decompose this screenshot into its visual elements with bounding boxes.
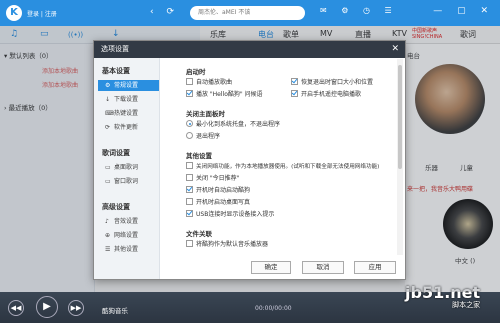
search-input[interactable]: 周杰伦、aMEI 不该 xyxy=(190,6,305,20)
option-usb-prompt[interactable]: USB连接时显示设备接入提示 xyxy=(186,210,274,219)
play-time: 00:00/00:00 xyxy=(255,305,292,312)
option-default-player[interactable]: 将酷狗作为默认音乐播放器 xyxy=(186,240,268,249)
sidebar-item-hotkey[interactable]: ⌨热键设置 xyxy=(98,108,159,119)
section-close-title: 关闭主面板时 xyxy=(186,110,225,118)
sidebar-group-advanced: 高级设置 xyxy=(102,203,130,211)
keyboard-icon: ⌨ xyxy=(105,110,114,117)
prev-button[interactable]: ◀◀ xyxy=(8,300,24,316)
option-label: 关闭网络功能，作为本地播放器使用。(试听和下载全部无法使用网络功能) xyxy=(196,164,380,170)
sidebar-item-label: 桌面歌词 xyxy=(114,164,139,171)
option-label: 自动播放歌曲 xyxy=(196,79,233,86)
dialog-sidebar: 基本设置 ⚙ 常规设置 ↓ 下载设置 ⌨热键设置 ⟳ 软件更新 歌词设置 ▭ 桌面歌词 … xyxy=(94,58,160,279)
refresh-icon: ⟳ xyxy=(105,124,111,131)
options-dialog: 选项设置 ✕ 基本设置 ⚙ 常规设置 ↓ 下载设置 ⌨热键设置 ⟳ 软件更新 歌词设置… xyxy=(93,40,406,280)
kugou-logo[interactable]: K xyxy=(6,5,22,21)
checkbox[interactable] xyxy=(291,90,298,97)
sidebar-item-general[interactable]: ⚙ 常规设置 xyxy=(98,80,159,91)
option-autoplay[interactable]: 自动播放歌曲 xyxy=(186,78,232,87)
scrollbar-thumb[interactable] xyxy=(398,65,402,169)
kugou-main-window: K 登录 | 注册 ‹ ⟳ 周杰伦、aMEI 不该 ✉ ⚙ ◷ ☰ — ▢ ✕ … xyxy=(0,0,500,323)
sidebar-item-label: 其他设置 xyxy=(114,246,139,253)
option-desktop-photo[interactable]: 开机时启动桌面写真 xyxy=(186,198,250,207)
option-minimize-tray[interactable]: 最小化到系统托盘，不退出程序 xyxy=(186,120,280,129)
checkbox[interactable] xyxy=(186,198,193,205)
option-label: USB连接时显示设备接入提示 xyxy=(196,211,275,218)
sound-icon: ♪ xyxy=(105,218,109,225)
option-restore-window[interactable]: 恢复退出时窗口大小和位置 xyxy=(291,78,373,87)
checkbox[interactable] xyxy=(186,174,193,181)
screen-icon: ▭ xyxy=(105,164,111,171)
sidebar-item-label: 软件更新 xyxy=(114,124,139,131)
sidebar-item-label: 常规设置 xyxy=(114,82,139,89)
gear-icon: ⚙ xyxy=(105,82,111,89)
sidebar-item-label: 音效设置 xyxy=(114,218,139,225)
option-label: 播放 "Hello酷狗" 问候语 xyxy=(196,91,263,98)
title-bar: K 登录 | 注册 ‹ ⟳ 周杰伦、aMEI 不该 ✉ ⚙ ◷ ☰ — ▢ ✕ xyxy=(0,0,500,26)
sidebar-item-download[interactable]: ↓ 下载设置 xyxy=(98,94,159,105)
menu-icon: ☰ xyxy=(105,246,111,253)
section-startup-title: 启动时 xyxy=(186,68,206,76)
option-label: 开机时自动启动酷狗 xyxy=(196,187,251,194)
close-icon[interactable]: ✕ xyxy=(391,41,399,58)
sidebar-group-basic: 基本设置 xyxy=(102,67,130,75)
sidebar-item-label: 热键设置 xyxy=(114,110,139,117)
ok-button[interactable]: 确定 xyxy=(251,261,291,274)
radio[interactable] xyxy=(186,132,193,139)
sidebar-item-label: 下载设置 xyxy=(114,96,139,103)
option-exit[interactable]: 退出程序 xyxy=(186,132,220,141)
sidebar-item-label: 窗口歌词 xyxy=(114,178,139,185)
sidebar-item-update[interactable]: ⟳ 软件更新 xyxy=(98,122,159,133)
sidebar-item-label: 网络设置 xyxy=(114,232,139,239)
dialog-title: 选项设置 xyxy=(94,41,405,58)
sidebar-item-window-lyrics[interactable]: ▭ 窗口歌词 xyxy=(98,176,159,187)
sidebar-item-sound[interactable]: ♪ 音效设置 xyxy=(98,216,159,227)
login-link[interactable]: 登录 | 注册 xyxy=(27,9,57,18)
checkbox[interactable] xyxy=(186,186,193,193)
option-label: 关闭 "今日推荐" xyxy=(196,175,240,182)
option-hello-greeting[interactable]: 播放 "Hello酷狗" 问候语 xyxy=(186,90,263,99)
sidebar-item-other[interactable]: ☰ 其他设置 xyxy=(98,244,159,255)
option-disable-network[interactable]: 关闭网络功能，作为本地播放器使用。(试听和下载全部无法使用网络功能) xyxy=(186,162,379,171)
checkbox[interactable] xyxy=(186,240,193,247)
option-autostart[interactable]: 开机时自动启动酷狗 xyxy=(186,186,250,195)
sidebar-item-network[interactable]: ⊕ 网络设置 xyxy=(98,230,159,241)
globe-icon: ⊕ xyxy=(105,232,111,239)
download-icon: ↓ xyxy=(105,96,111,103)
nav-buttons: ‹ ⟳ xyxy=(150,7,174,17)
section-other-title: 其他设置 xyxy=(186,152,212,160)
checkbox[interactable] xyxy=(186,162,193,169)
sidebar-item-desktop-lyrics[interactable]: ▭ 桌面歌词 xyxy=(98,162,159,173)
option-label: 将酷狗作为默认音乐播放器 xyxy=(196,241,269,248)
radio[interactable] xyxy=(186,120,193,127)
option-label: 恢复退出时窗口大小和位置 xyxy=(301,79,374,86)
checkbox[interactable] xyxy=(291,78,298,85)
section-file-title: 文件关联 xyxy=(186,230,212,238)
window-icon: ▭ xyxy=(105,178,111,185)
song-title: 酷狗音乐 xyxy=(102,307,128,315)
sidebar-group-lyrics: 歌词设置 xyxy=(102,149,130,157)
checkbox[interactable] xyxy=(186,90,193,97)
option-phone-remote[interactable]: 开启手机遥控电脑播歌 xyxy=(291,90,361,99)
toolbar-icons[interactable]: ✉ ⚙ ◷ ☰ xyxy=(320,6,398,15)
apply-button[interactable]: 应用 xyxy=(354,261,396,274)
option-disable-recommend[interactable]: 关闭 "今日推荐" xyxy=(186,174,239,183)
option-label: 开机时启动桌面写真 xyxy=(196,199,251,206)
window-controls[interactable]: — ▢ ✕ xyxy=(433,6,494,16)
back-icon[interactable]: ‹ xyxy=(150,7,154,17)
option-label: 退出程序 xyxy=(196,133,221,140)
option-label: 最小化到系统托盘，不退出程序 xyxy=(196,121,281,128)
cancel-button[interactable]: 取消 xyxy=(302,261,344,274)
refresh-icon[interactable]: ⟳ xyxy=(166,7,174,17)
option-label: 开启手机遥控电脑播歌 xyxy=(301,91,362,98)
play-button[interactable]: ▶ xyxy=(36,296,58,318)
next-button[interactable]: ▶▶ xyxy=(68,300,84,316)
checkbox[interactable] xyxy=(186,210,193,217)
checkbox[interactable] xyxy=(186,78,193,85)
